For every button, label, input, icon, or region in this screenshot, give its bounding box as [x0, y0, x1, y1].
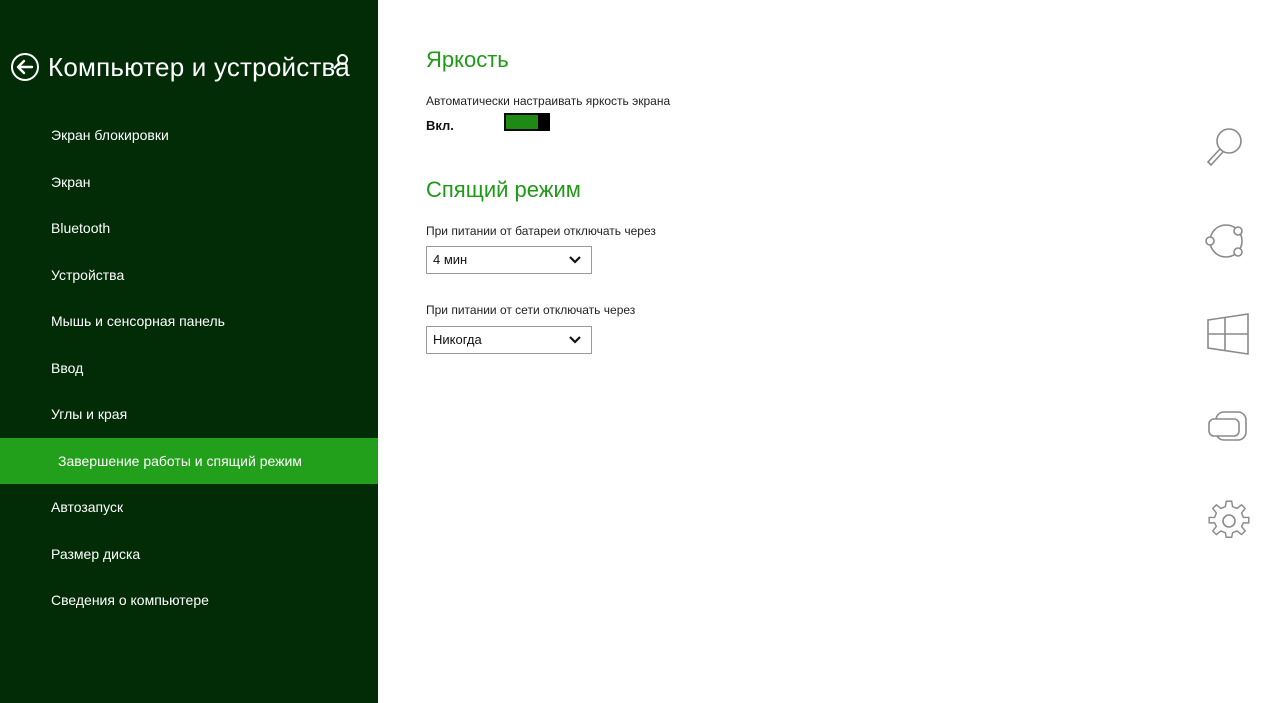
sidebar-item-display[interactable]: Экран — [0, 159, 378, 206]
back-arrow-icon[interactable] — [10, 52, 40, 82]
sleep-heading: Спящий режим — [426, 177, 581, 202]
search-icon[interactable] — [332, 53, 350, 71]
brightness-heading: Яркость — [426, 47, 509, 72]
sidebar-item-lock-screen[interactable]: Экран блокировки — [0, 112, 378, 159]
sidebar-item-typing[interactable]: Ввод — [0, 345, 378, 392]
start-icon[interactable] — [1206, 312, 1250, 356]
sidebar-header: Компьютер и устройства — [10, 47, 350, 87]
page-title: Компьютер и устройства — [48, 51, 350, 82]
toggle-state-label: Вкл. — [426, 118, 454, 133]
toggle-knob — [538, 113, 550, 131]
sidebar-item-corners-edges[interactable]: Углы и края — [0, 391, 378, 438]
sidebar-item-bluetooth[interactable]: Bluetooth — [0, 205, 378, 252]
settings-icon[interactable] — [1207, 499, 1251, 543]
sidebar-item-mouse-touchpad[interactable]: Мышь и сенсорная панель — [0, 298, 378, 345]
share-icon[interactable] — [1204, 219, 1248, 263]
chevron-down-icon — [569, 256, 581, 264]
battery-sleep-value: 4 мин — [433, 252, 468, 267]
battery-sleep-select[interactable]: 4 мин — [426, 246, 592, 274]
sidebar-item-pc-info[interactable]: Сведения о компьютере — [0, 577, 378, 624]
sidebar: Компьютер и устройства Экран блокировки … — [0, 0, 378, 703]
auto-brightness-label: Автоматически настраивать яркость экрана — [426, 94, 671, 108]
battery-sleep-label: При питании от батареи отключать через — [426, 224, 656, 238]
ac-sleep-label: При питании от сети отключать через — [426, 303, 636, 317]
devices-icon[interactable] — [1206, 406, 1250, 450]
sidebar-item-disk-space[interactable]: Размер диска — [0, 531, 378, 578]
sidebar-item-power-sleep[interactable]: Завершение работы и спящий режим — [0, 437, 378, 484]
sidebar-item-autoplay[interactable]: Автозапуск — [0, 484, 378, 531]
search-icon[interactable] — [1203, 124, 1247, 168]
auto-brightness-toggle[interactable] — [504, 113, 550, 131]
ac-sleep-value: Никогда — [433, 332, 482, 347]
sidebar-item-devices[interactable]: Устройства — [0, 252, 378, 299]
ac-sleep-select[interactable]: Никогда — [426, 326, 592, 354]
sidebar-nav: Экран блокировки Экран Bluetooth Устройс… — [0, 112, 378, 624]
chevron-down-icon — [569, 336, 581, 344]
